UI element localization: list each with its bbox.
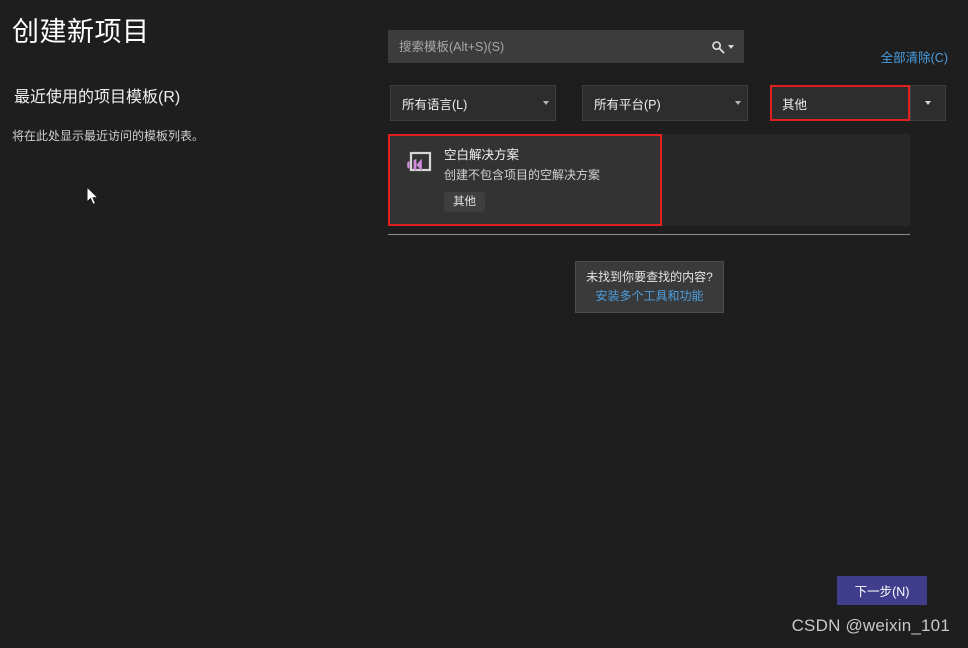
filter-row: 所有语言(L) 所有平台(P) 其他 [388, 85, 948, 121]
template-list-item[interactable]: 空白解决方案 创建不包含项目的空解决方案 其他 [388, 134, 662, 226]
section-divider [388, 234, 910, 235]
left-panel: 创建新项目 最近使用的项目模板(R) 将在此处显示最近访问的模板列表。 [0, 0, 380, 648]
template-item-text: 空白解决方案 创建不包含项目的空解决方案 其他 [444, 146, 601, 213]
page-title: 创建新项目 [12, 17, 150, 47]
next-button[interactable]: 下一步(N) [837, 576, 927, 605]
filter-dropdown-platform[interactable]: 所有平台(P) [582, 85, 748, 121]
template-results-list[interactable]: 空白解决方案 创建不包含项目的空解决方案 其他 [388, 134, 910, 226]
search-input[interactable] [399, 31, 706, 62]
filter-language-label: 所有语言(L) [402, 97, 468, 112]
clear-all-filters-link[interactable]: 全部清除(C) [881, 47, 948, 66]
not-found-message: 未找到你要查找的内容? [586, 269, 713, 284]
search-icon-group[interactable] [706, 31, 739, 62]
template-item-name: 空白解决方案 [444, 148, 520, 162]
chevron-down-icon [925, 101, 931, 105]
template-item-tags: 其他 [444, 192, 600, 213]
recent-templates-heading: 最近使用的项目模板(R) [14, 89, 181, 106]
search-template-box[interactable] [388, 30, 744, 63]
chevron-down-icon [543, 101, 549, 105]
filter-dropdown-project-type[interactable]: 其他 [770, 85, 910, 121]
install-more-tools-link[interactable]: 安装多个工具和功能 [595, 289, 703, 305]
filter-dropdown-project-type-arrow[interactable] [910, 85, 946, 121]
search-chevron-down-icon[interactable] [728, 44, 734, 49]
not-found-callout: 未找到你要查找的内容? 安装多个工具和功能 [575, 261, 724, 313]
watermark: CSDN @weixin_101 [791, 616, 950, 635]
chevron-down-icon [735, 101, 741, 105]
search-icon [712, 40, 725, 54]
recent-templates-empty-message: 将在此处显示最近访问的模板列表。 [12, 129, 205, 143]
filter-dropdown-language[interactable]: 所有语言(L) [390, 85, 556, 121]
right-panel: 全部清除(C) 所有语言(L) 所有平台(P) 其他 [380, 0, 968, 648]
filter-project-type-label: 其他 [782, 97, 808, 112]
filter-platform-label: 所有平台(P) [594, 97, 661, 112]
visual-studio-solution-icon [402, 148, 434, 180]
template-item-description: 创建不包含项目的空解决方案 [444, 167, 601, 182]
template-tag-badge: 其他 [444, 192, 485, 213]
